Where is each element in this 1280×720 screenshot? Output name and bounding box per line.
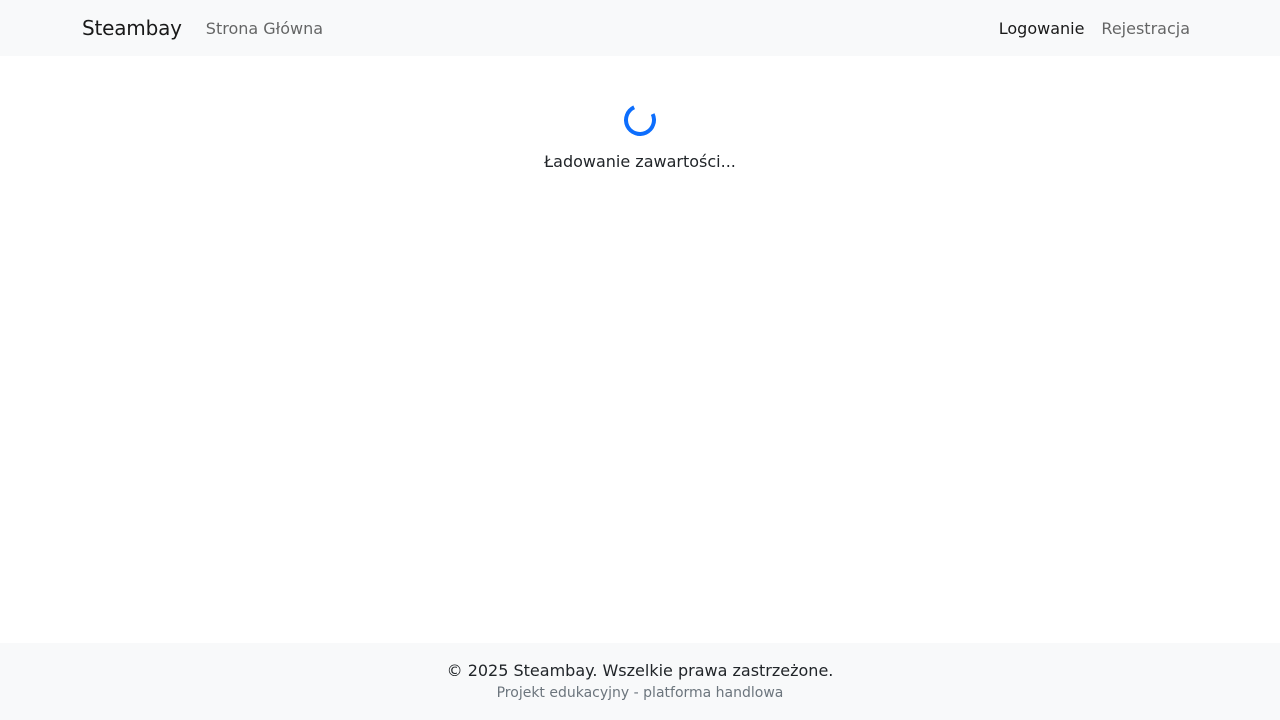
brand-logo-link[interactable]: Steambay — [82, 16, 182, 40]
main-content: Ładowanie zawartości... — [0, 56, 1280, 643]
loading-spinner-icon — [619, 99, 661, 141]
navbar-left: Steambay Strona Główna — [82, 16, 323, 40]
footer: © 2025 Steambay. Wszelkie prawa zastrzeż… — [0, 643, 1280, 720]
nav-link-login[interactable]: Logowanie — [999, 19, 1085, 38]
nav-link-register[interactable]: Rejestracja — [1101, 19, 1190, 38]
navbar: Steambay Strona Główna Logowanie Rejestr… — [0, 0, 1280, 56]
navbar-right: Logowanie Rejestracja — [999, 19, 1198, 38]
nav-link-home[interactable]: Strona Główna — [206, 19, 323, 38]
page: Steambay Strona Główna Logowanie Rejestr… — [0, 0, 1280, 720]
footer-subtitle: Projekt edukacyjny - platforma handlowa — [496, 685, 784, 701]
loading-text: Ładowanie zawartości... — [544, 152, 736, 171]
footer-copyright: © 2025 Steambay. Wszelkie prawa zastrzeż… — [446, 661, 834, 680]
